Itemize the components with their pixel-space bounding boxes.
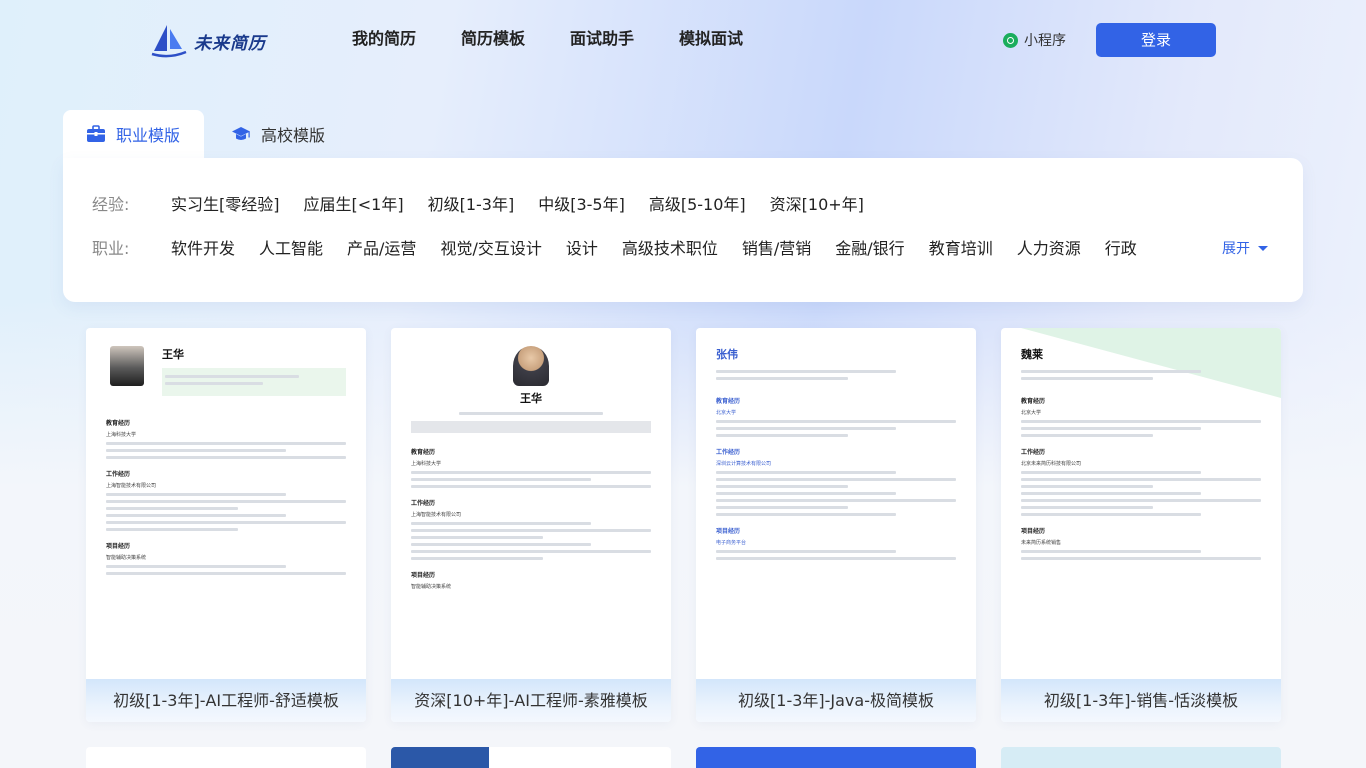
resume-section-title: 项目经历: [716, 528, 741, 535]
template-card[interactable]: 王华 教育经历 上海科技大学 工作经历 上海智能技术有限公司 项目经历 智能辅助…: [391, 328, 671, 722]
graduation-cap-icon: [232, 127, 250, 140]
job-option[interactable]: 销售/营销: [742, 235, 811, 259]
resume-name: 王华: [162, 348, 184, 361]
tab-college-label: 高校模版: [261, 126, 326, 145]
experience-option[interactable]: 应届生[<1年]: [304, 191, 404, 215]
template-card-partial[interactable]: [1001, 747, 1281, 768]
tab-college-templates[interactable]: 高校模版: [208, 110, 358, 158]
job-option[interactable]: 设计: [566, 235, 598, 259]
job-option[interactable]: 人工智能: [259, 235, 323, 259]
avatar: [513, 346, 549, 386]
header: 未来简历 我的简历 简历模板 面试助手 模拟面试 小程序 登录: [0, 0, 1366, 80]
expand-filters-button[interactable]: 展开: [1222, 238, 1268, 258]
nav-mock-interview[interactable]: 模拟面试: [679, 28, 743, 50]
resume-section-title: 工作经历: [1021, 449, 1046, 456]
nav-interview-assistant[interactable]: 面试助手: [570, 28, 634, 50]
tab-career-label: 职业模版: [116, 126, 181, 145]
job-option[interactable]: 行政: [1105, 235, 1137, 259]
experience-label: 经验:: [92, 195, 130, 214]
mini-program-link[interactable]: 小程序: [1003, 30, 1066, 50]
template-card-partial[interactable]: [86, 747, 366, 768]
resume-section-title: 教育经历: [716, 398, 741, 405]
resume-section-title: 项目经历: [1021, 528, 1046, 535]
template-card[interactable]: 张伟 教育经历 北京大学 工作经历 深圳云计算技术有限公司 项目经历 电子商务平…: [696, 328, 976, 722]
resume-preview: 张伟 教育经历 北京大学 工作经历 深圳云计算技术有限公司 项目经历 电子商务平…: [696, 328, 976, 679]
resume-company: 上海智能技术有限公司: [106, 483, 157, 489]
resume-company: 深圳云计算技术有限公司: [716, 461, 772, 467]
template-caption: 初级[1-3年]-AI工程师-舒适模板: [86, 679, 366, 722]
resume-section-title: 教育经历: [106, 420, 131, 427]
resume-company: 上海智能技术有限公司: [411, 512, 462, 518]
logo-text: 未来简历: [194, 33, 266, 54]
experience-option[interactable]: 中级[3-5年]: [538, 191, 625, 215]
job-option[interactable]: 人力资源: [1017, 235, 1081, 259]
template-card-partial[interactable]: [391, 747, 671, 768]
job-option[interactable]: 高级技术职位: [622, 235, 718, 259]
resume-section-title: 教育经历: [411, 449, 436, 456]
resume-school: 上海科技大学: [411, 461, 442, 467]
template-caption: 资深[10+年]-AI工程师-素雅模板: [391, 679, 671, 722]
template-card[interactable]: 魏莱 教育经历 北京大学 工作经历 北京未来简历科技有限公司 项目经历 未来简历…: [1001, 328, 1281, 722]
resume-section-title: 项目经历: [106, 543, 131, 550]
resume-school: 北京大学: [716, 410, 737, 416]
resume-name: 魏莱: [1021, 348, 1043, 361]
resume-section-title: 项目经历: [411, 572, 436, 579]
mini-program-icon: [1003, 32, 1018, 48]
job-option[interactable]: 教育培训: [929, 235, 993, 259]
resume-project: 未来简历系统销售: [1021, 540, 1062, 546]
avatar: [110, 346, 144, 386]
experience-option[interactable]: 实习生[零经验]: [171, 191, 280, 215]
resume-section-title: 教育经历: [1021, 398, 1046, 405]
job-label: 职业:: [92, 239, 130, 258]
template-card[interactable]: 王华 教育经历 上海科技大学 工作经历 上海智能技术有限公司 项目经历 智能辅助…: [86, 328, 366, 722]
job-option[interactable]: 视觉/交互设计: [440, 235, 541, 259]
login-button[interactable]: 登录: [1096, 23, 1216, 57]
tab-career-templates[interactable]: 职业模版: [63, 110, 204, 158]
resume-company: 北京未来简历科技有限公司: [1021, 461, 1082, 467]
resume-section-title: 工作经历: [716, 449, 741, 456]
experience-filter-row: 经验: 实习生[零经验] 应届生[<1年] 初级[1-3年] 中级[3-5年] …: [92, 191, 888, 215]
briefcase-icon: [87, 125, 105, 142]
experience-option[interactable]: 初级[1-3年]: [428, 191, 515, 215]
resume-school: 上海科技大学: [106, 432, 137, 438]
job-filter-row: 职业: 软件开发 人工智能 产品/运营 视觉/交互设计 设计 高级技术职位 销售…: [92, 235, 1161, 259]
resume-project: 电子商务平台: [716, 540, 747, 546]
resume-name: 张伟: [716, 348, 738, 361]
resume-school: 北京大学: [1021, 410, 1042, 416]
caret-down-icon: [1258, 245, 1268, 251]
mini-program-label: 小程序: [1024, 33, 1066, 49]
job-option[interactable]: 软件开发: [171, 235, 235, 259]
nav-my-resume[interactable]: 我的简历: [352, 28, 416, 50]
main-nav: 我的简历 简历模板 面试助手 模拟面试: [352, 28, 788, 50]
filter-panel: 经验: 实习生[零经验] 应届生[<1年] 初级[1-3年] 中级[3-5年] …: [63, 158, 1303, 302]
job-option[interactable]: 产品/运营: [347, 235, 416, 259]
resume-preview: 王华 教育经历 上海科技大学 工作经历 上海智能技术有限公司 项目经历 智能辅助…: [391, 328, 671, 679]
template-card-partial[interactable]: [696, 747, 976, 768]
resume-project: 智能辅助决策系统: [411, 584, 452, 590]
sailboat-logo-icon: [151, 25, 187, 58]
experience-option[interactable]: 资深[10+年]: [770, 191, 864, 215]
resume-section-title: 工作经历: [411, 500, 436, 507]
template-caption: 初级[1-3年]-Java-极简模板: [696, 679, 976, 722]
experience-option[interactable]: 高级[5-10年]: [649, 191, 746, 215]
resume-section-title: 工作经历: [106, 471, 131, 478]
job-option[interactable]: 金融/银行: [835, 235, 904, 259]
logo[interactable]: 未来简历: [150, 22, 270, 60]
resume-name: 王华: [520, 392, 542, 405]
resume-preview: 王华 教育经历 上海科技大学 工作经历 上海智能技术有限公司 项目经历 智能辅助…: [86, 328, 366, 679]
expand-label: 展开: [1222, 241, 1250, 257]
resume-project: 智能辅助决策系统: [106, 555, 147, 561]
resume-preview: 魏莱 教育经历 北京大学 工作经历 北京未来简历科技有限公司 项目经历 未来简历…: [1001, 328, 1281, 679]
template-caption: 初级[1-3年]-销售-恬淡模板: [1001, 679, 1281, 722]
nav-resume-templates[interactable]: 简历模板: [461, 28, 525, 50]
